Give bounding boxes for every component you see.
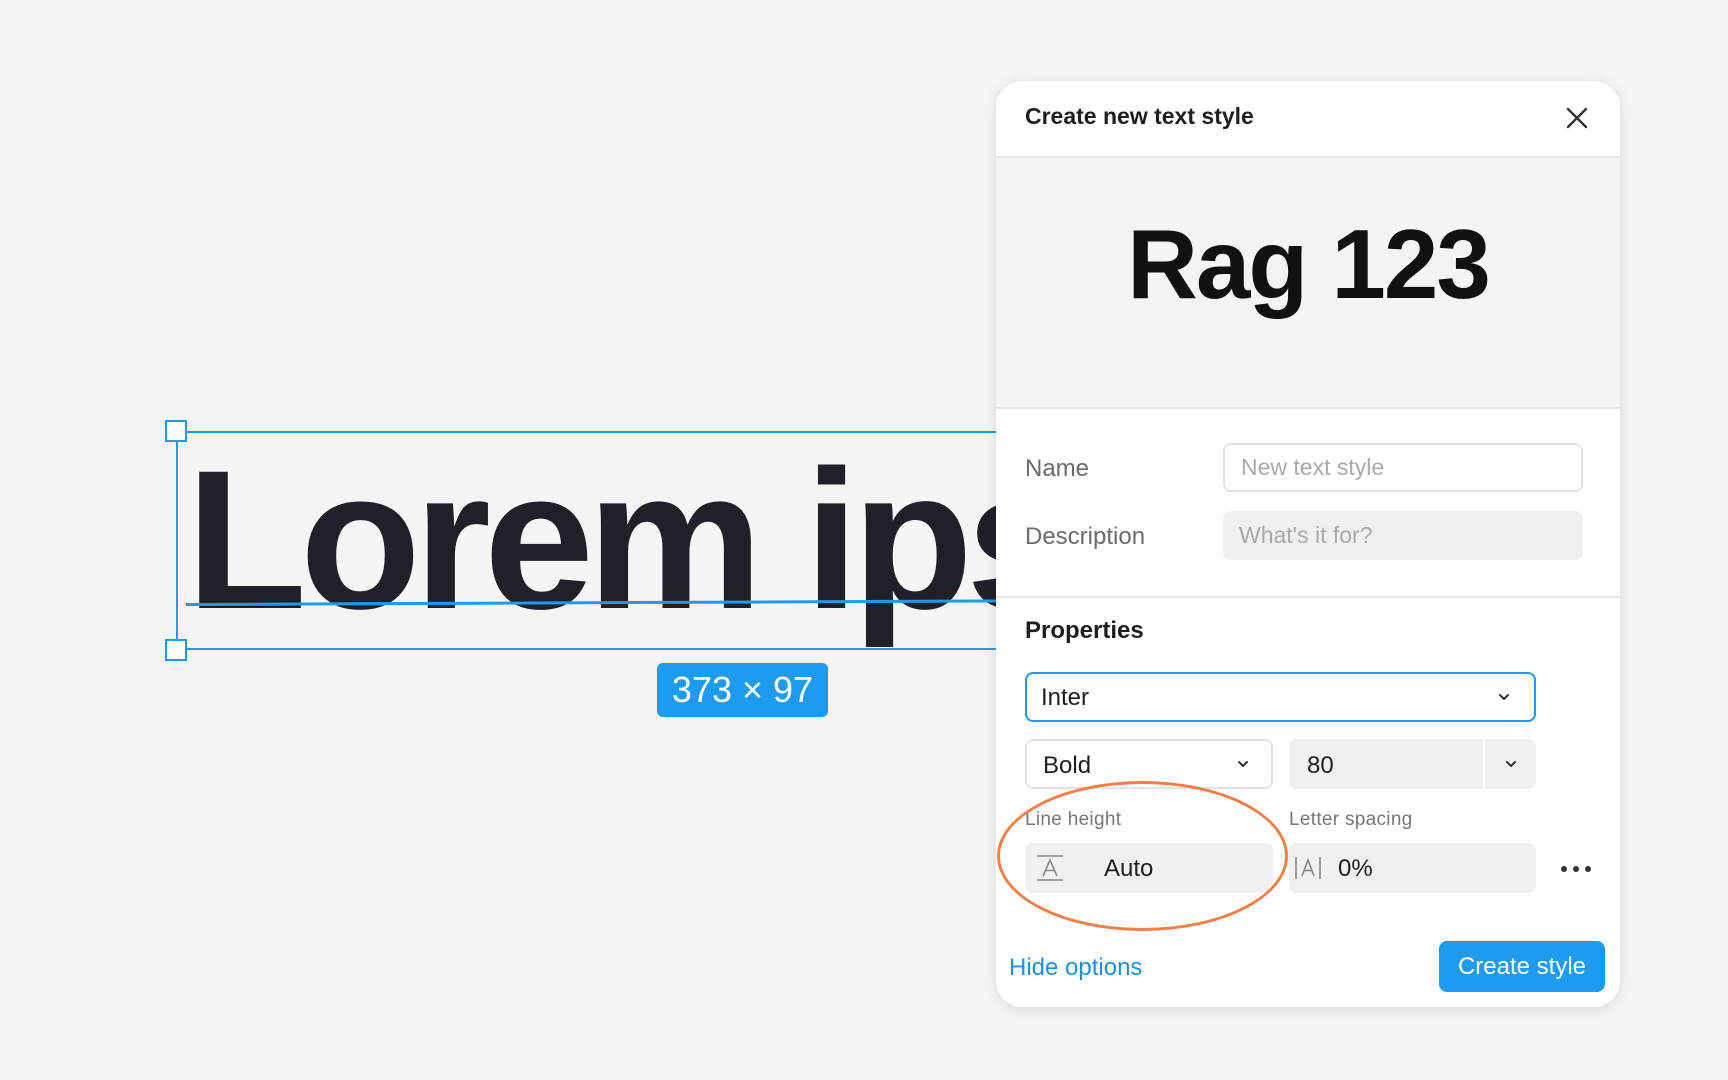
name-input[interactable]: New text style [1223, 443, 1583, 492]
style-preview: Rag 123 [996, 158, 1620, 409]
section-divider [996, 596, 1620, 598]
line-height-field[interactable]: Auto [1025, 843, 1273, 893]
font-weight-value: Bold [1043, 752, 1092, 779]
properties-title: Properties [1025, 617, 1144, 644]
letter-spacing-icon [1295, 857, 1321, 879]
select-separator [1483, 739, 1485, 789]
line-height-value[interactable]: Auto [1104, 855, 1153, 883]
hide-options-link[interactable]: Hide options [1009, 954, 1142, 982]
name-label: Name [1025, 455, 1090, 482]
chevron-down-icon [1238, 761, 1248, 767]
chevron-down-icon[interactable] [1503, 756, 1519, 772]
dimensions-badge: 373 × 97 [657, 663, 828, 717]
create-style-button[interactable]: Create style [1439, 941, 1605, 992]
font-weight-select[interactable]: Bold [1025, 739, 1273, 789]
font-size-value[interactable]: 80 [1307, 752, 1334, 780]
resize-handle-bottom-left[interactable] [165, 639, 187, 661]
line-height-label: Line height [1025, 809, 1122, 830]
selection-frame[interactable] [176, 431, 1016, 650]
close-icon[interactable] [1562, 103, 1592, 133]
preview-text: Rag 123 [1127, 209, 1491, 319]
description-label: Description [1025, 523, 1146, 550]
letter-spacing-label: Letter spacing [1289, 809, 1413, 830]
letter-spacing-field[interactable]: 0% [1289, 843, 1536, 893]
font-family-value: Inter [1041, 684, 1090, 711]
create-text-style-dialog: Create new text style Rag 123 Name New t… [996, 81, 1620, 1007]
more-icon[interactable] [1559, 859, 1593, 879]
font-family-select[interactable]: Inter [1025, 672, 1536, 722]
resize-handle-top-left[interactable] [165, 420, 187, 442]
dialog-header: Create new text style [996, 81, 1620, 158]
chevron-down-icon [1499, 694, 1509, 700]
description-input[interactable]: What's it for? [1223, 511, 1583, 560]
font-size-select[interactable]: 80 [1289, 739, 1536, 789]
line-height-icon [1037, 855, 1063, 881]
letter-spacing-value[interactable]: 0% [1338, 855, 1373, 883]
dialog-title: Create new text style [1025, 103, 1254, 129]
